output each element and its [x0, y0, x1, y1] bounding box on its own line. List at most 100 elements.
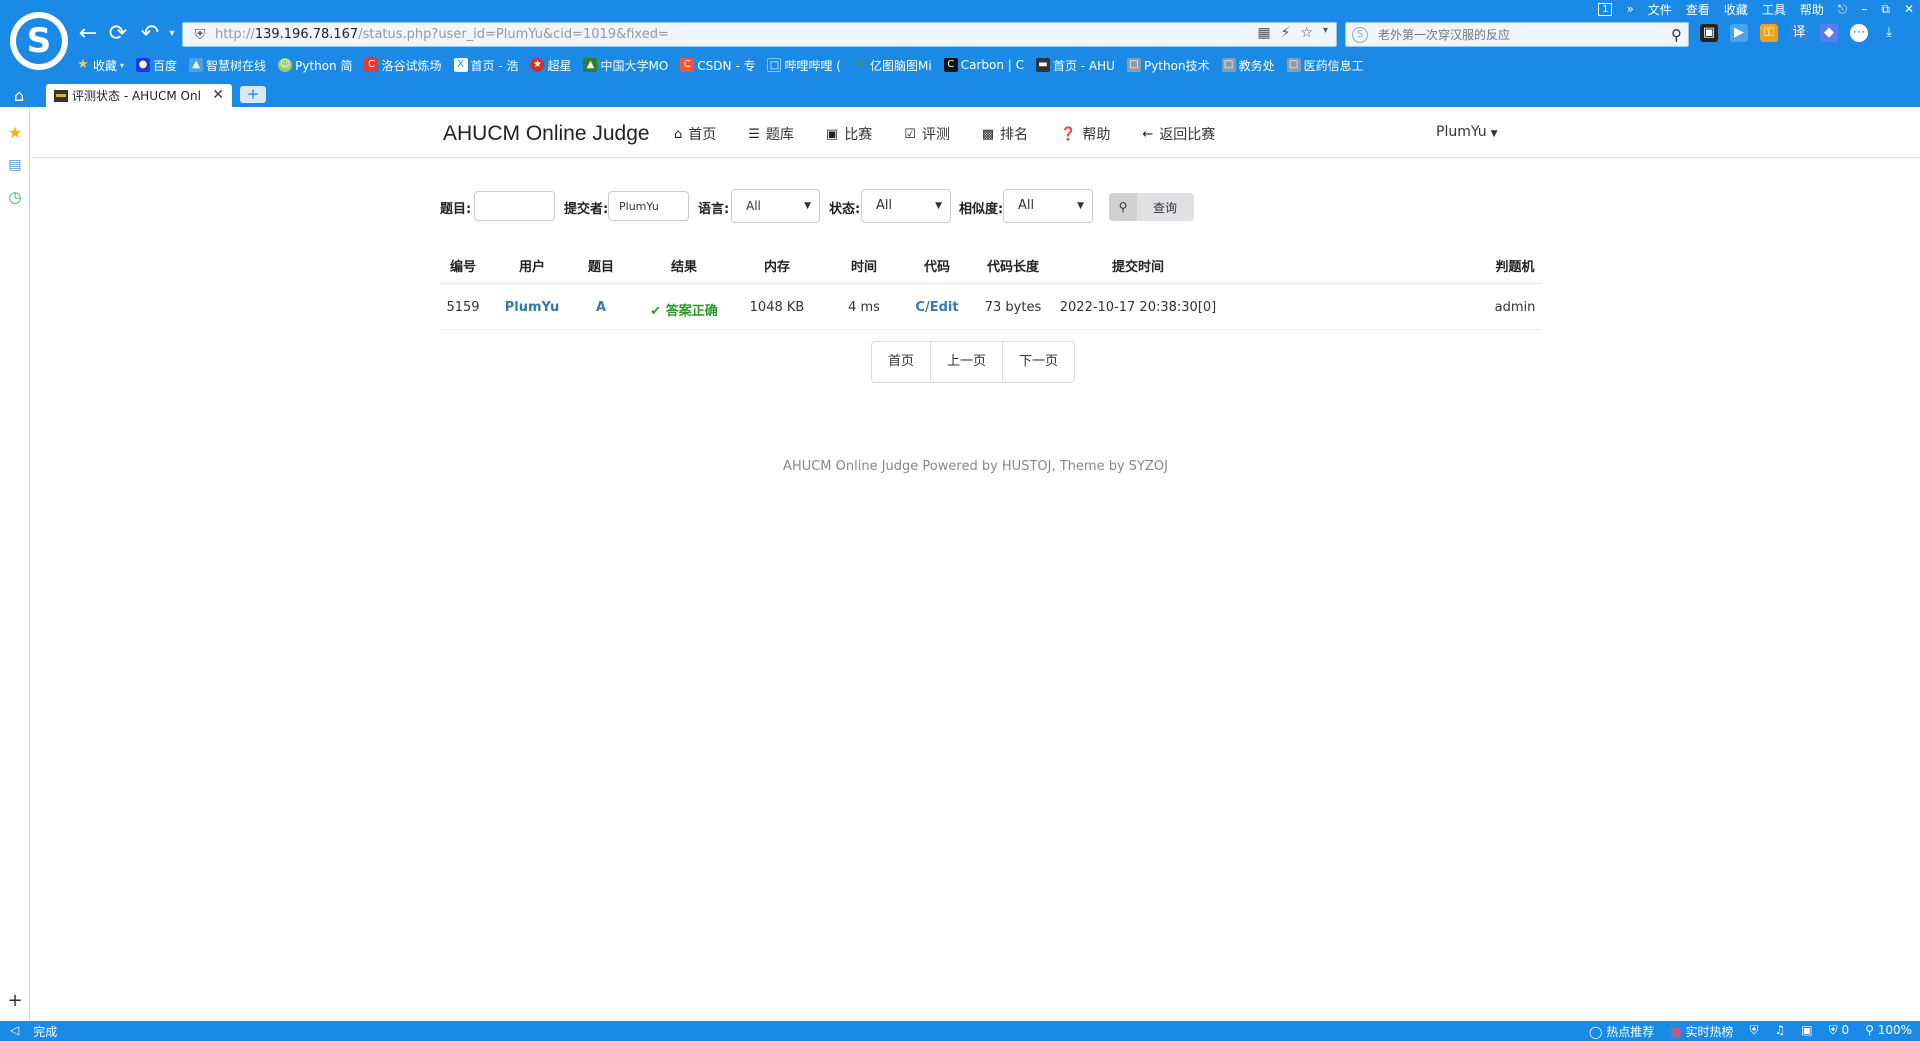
zoom-level[interactable]: ⚲ 100%	[1865, 1023, 1912, 1040]
extension-icon[interactable]: ◆	[1820, 24, 1838, 42]
code-edit-link[interactable]: C/Edit	[904, 300, 970, 315]
submitter-input[interactable]	[608, 191, 689, 221]
nav-problemset[interactable]: ☰ 题库	[748, 124, 794, 144]
restore-icon[interactable]: ⧉	[1881, 2, 1890, 17]
bilibili-icon: □	[767, 58, 782, 72]
key-icon[interactable]: ⚿	[1760, 24, 1778, 42]
result-accepted[interactable]: ✔ 答案正确	[636, 300, 732, 319]
problem-input[interactable]	[474, 191, 555, 221]
search-engine-icon[interactable]: S	[1352, 26, 1368, 43]
chart-icon: ▩	[1670, 1025, 1682, 1039]
nav-back-to-contest[interactable]: ← 返回比赛	[1142, 124, 1215, 144]
tab-title: 评测状态 - AHUCM Onl	[72, 89, 201, 103]
menu-tools[interactable]: 工具	[1762, 1, 1786, 18]
bookmark-ahu[interactable]: ▬ 首页 - AHU	[1035, 57, 1115, 74]
baidu-icon: ●	[136, 58, 151, 72]
bookmark-home-hao[interactable]: X 首页 - 浩	[453, 57, 518, 74]
new-tab-button[interactable]: +	[240, 86, 266, 103]
col-problem: 题目	[587, 260, 614, 275]
browser-search-input[interactable]	[1378, 27, 1658, 42]
reading-list-icon[interactable]: ▤	[7, 157, 23, 173]
star-icon[interactable]: ☆	[1300, 25, 1313, 41]
similarity-select[interactable]: All ▼	[1003, 189, 1093, 223]
undo-icon[interactable]: ↶	[138, 22, 162, 46]
volume-icon[interactable]: ♫	[1775, 1023, 1786, 1040]
user-dropdown[interactable]: PlumYu ▼	[1436, 124, 1498, 140]
bookmark-jiaowuchu[interactable]: □ 教务处	[1221, 57, 1275, 74]
download-icon[interactable]: ⤓	[1880, 24, 1898, 42]
screenshot-icon[interactable]: ▣	[1700, 24, 1718, 42]
browser-search-bar[interactable]: S ⚲	[1345, 22, 1689, 47]
more-icon[interactable]: »	[1626, 2, 1633, 16]
search-button[interactable]: ⚲ 查询	[1109, 193, 1194, 221]
home-icon[interactable]: ⌂	[14, 86, 24, 105]
address-bar[interactable]: ⛨ http://139.196.78.167/status.php?user_…	[182, 22, 1337, 47]
chat-icon[interactable]: ⋯	[1850, 24, 1868, 42]
bookmark-icourse[interactable]: ▲ 中国大学MO	[583, 57, 668, 74]
site-brand[interactable]: AHUCM Online Judge	[443, 122, 650, 146]
translate-page-icon[interactable]: ▶	[1730, 24, 1748, 42]
user-link[interactable]: PlumYu	[497, 300, 567, 315]
nav-status[interactable]: ☑ 评测	[904, 124, 950, 144]
nav-ranklist[interactable]: ▩ 排名	[982, 124, 1028, 144]
hot-recommend[interactable]: ◯ 热点推荐	[1589, 1023, 1654, 1040]
security-icon[interactable]: ⛨	[1749, 1023, 1758, 1040]
bookmark-carbon[interactable]: C Carbon | C	[943, 58, 1024, 72]
realtime-hotlist[interactable]: ▩ 实时热榜	[1670, 1023, 1733, 1040]
bookmark-edraw[interactable]: M 亿图脑图Mi	[853, 57, 932, 74]
bookmark-zhihuishu[interactable]: ▲ 智慧树在线	[189, 57, 266, 74]
close-window-icon[interactable]: ✕	[1904, 2, 1914, 16]
translate-icon[interactable]: 译	[1790, 24, 1808, 42]
add-sidebar-icon[interactable]: +	[7, 992, 23, 1010]
bookmark-python-tutorial[interactable]: ☺ Python 简	[278, 57, 352, 74]
page-prev[interactable]: 上一页	[931, 342, 1004, 382]
address-text[interactable]: http://139.196.78.167/status.php?user_id…	[215, 27, 669, 42]
menu-file[interactable]: 文件	[1648, 1, 1672, 18]
memory-value: 1048 KB	[749, 300, 805, 315]
history-icon[interactable]: ◷	[7, 189, 23, 205]
bookmark-favorites[interactable]: ★ 收藏 ▾	[76, 57, 124, 74]
tasks-icon: ☑	[904, 126, 916, 142]
bookmark-chaoxing[interactable]: ★ 超星	[530, 57, 571, 74]
page-footer: AHUCM Online Judge Powered by HUSTOJ, Th…	[783, 459, 1168, 474]
nav-contest[interactable]: ▣ 比赛	[826, 124, 872, 144]
bookmark-luogu[interactable]: C 洛谷试炼场	[364, 57, 442, 74]
tab-count-badge[interactable]: 1	[1598, 2, 1613, 16]
ad-block-counter[interactable]: ⛨ 0	[1829, 1023, 1849, 1040]
minimize-icon[interactable]: –	[1861, 2, 1867, 16]
nav-help[interactable]: ❓ 帮助	[1060, 124, 1110, 144]
site-nav-menu: ⌂ 首页 ☰ 题库 ▣ 比赛 ☑ 评测 ▩ 排名 ❓ 帮助 ← 返回比赛	[674, 124, 1215, 144]
qr-code-icon[interactable]: ▦	[1257, 25, 1270, 41]
bookmark-python-tech[interactable]: □ Python技术	[1126, 57, 1210, 74]
search-icon[interactable]: ⚲	[1671, 26, 1682, 44]
bookmark-yiyao[interactable]: □ 医药信息工	[1286, 57, 1364, 74]
undo-dropdown-icon[interactable]: ▾	[160, 22, 184, 46]
bookmark-csdn[interactable]: C CSDN - 专	[680, 57, 755, 74]
page-next[interactable]: 下一页	[1003, 342, 1074, 382]
screenshot-status-icon[interactable]: ▣	[1801, 1023, 1812, 1040]
back-icon[interactable]: ←	[76, 22, 100, 46]
run-id: 5159	[446, 300, 480, 315]
bookmark-bilibili[interactable]: □ 哔哩哔哩 (	[767, 57, 841, 74]
menu-help[interactable]: 帮助	[1800, 1, 1824, 18]
sidebar-toggle-icon[interactable]: ◁	[10, 1023, 19, 1040]
address-dropdown-icon[interactable]: ▾	[1323, 25, 1328, 41]
col-code: 代码	[923, 260, 950, 275]
refresh-icon[interactable]: ⟳	[106, 22, 130, 46]
problem-link[interactable]: A	[573, 300, 629, 315]
menu-view[interactable]: 查看	[1686, 1, 1710, 18]
skin-icon[interactable]: ⎋	[1838, 2, 1848, 17]
tab-status[interactable]: 评测状态 - AHUCM Onl ✕	[46, 84, 232, 107]
menu-favorites[interactable]: 收藏	[1724, 1, 1748, 18]
lightning-icon[interactable]: ⚡	[1281, 25, 1291, 41]
language-select[interactable]: All ▼	[731, 189, 820, 223]
favorites-icon[interactable]: ★	[7, 125, 23, 141]
close-tab-icon[interactable]: ✕	[212, 87, 224, 103]
page-first[interactable]: 首页	[872, 342, 932, 382]
status-select[interactable]: All ▼	[861, 189, 951, 223]
bookmark-baidu[interactable]: ● 百度	[136, 57, 177, 74]
browser-logo-icon[interactable]: S	[10, 12, 68, 70]
security-shield-icon[interactable]: ⛨	[189, 27, 211, 43]
page-icon: □	[1286, 58, 1301, 72]
nav-home[interactable]: ⌂ 首页	[674, 124, 716, 144]
